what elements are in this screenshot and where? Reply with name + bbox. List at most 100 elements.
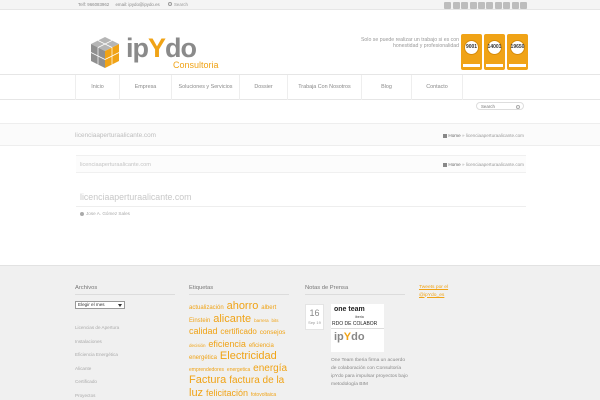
- mini-logo-b: do: [351, 331, 365, 343]
- tag-link[interactable]: emprendedores: [189, 367, 224, 373]
- certificate-number: 14001: [487, 44, 502, 50]
- post-author[interactable]: Jose A. Gómez Sales: [80, 211, 130, 216]
- archive-link[interactable]: Instalaciones: [75, 335, 119, 349]
- divider: [509, 64, 526, 67]
- breadcrumb-separator: »: [461, 162, 465, 167]
- nav-item[interactable]: Soluciones y Servicios: [171, 75, 239, 100]
- tag-link[interactable]: luz: [189, 387, 203, 399]
- archive-link[interactable]: Eficiencia Energética: [75, 348, 119, 362]
- nav-item[interactable]: Inicio: [75, 75, 119, 100]
- divider: [463, 64, 480, 67]
- site-logo[interactable]: ipYdo Consultoria: [88, 33, 223, 72]
- tag-link[interactable]: consejos: [260, 329, 286, 336]
- logo-part-b: do: [165, 33, 197, 63]
- tag-link[interactable]: calidad: [189, 326, 218, 336]
- google-plus-icon[interactable]: [478, 1, 486, 9]
- press-thumbnail[interactable]: one team iberia RDO DE COLABOR ipYdo: [331, 304, 384, 352]
- tag-link[interactable]: Electricidad: [220, 350, 277, 362]
- social-icons: [444, 1, 527, 9]
- tag-link[interactable]: energética: [189, 355, 217, 361]
- flickr-icon[interactable]: [511, 1, 519, 9]
- tag-link[interactable]: factura de la: [229, 375, 284, 386]
- nav-item[interactable]: Trabaja Con Nosotros: [287, 75, 361, 100]
- archive-month-select[interactable]: Elegir el mes: [75, 301, 125, 309]
- phone-text: Telf: 966083962: [78, 2, 110, 7]
- breadcrumb-current: licenciaaperturaalicante.com: [465, 162, 524, 167]
- inner-title: licenciaaperturaalicante.com: [80, 162, 151, 168]
- nav-item[interactable]: Dossier: [239, 75, 287, 100]
- footer: Archivos Elegir el mes Licencias de Aper…: [0, 265, 600, 400]
- site-header: ipYdo Consultoria Solo se puede realizar…: [0, 10, 600, 72]
- pinterest-icon[interactable]: [486, 1, 494, 9]
- linkedin-icon[interactable]: [494, 1, 502, 9]
- top-bar: Telf: 966083962 email: ipydo@ipydo.es Se…: [0, 0, 600, 10]
- top-search[interactable]: Search: [168, 2, 188, 7]
- email-link[interactable]: email: ipydo@ipydo.es: [115, 2, 159, 7]
- tag-link[interactable]: energetica: [227, 367, 250, 373]
- press-image-caption: RDO DE COLABOR: [332, 321, 378, 327]
- tag-link[interactable]: felicitación: [206, 388, 248, 398]
- tweets-link[interactable]: Tweets por el @ipYdo_es: [419, 284, 457, 299]
- search-box: [476, 102, 524, 110]
- tag-link[interactable]: barrera: [254, 318, 269, 323]
- certificate-number: 19650: [510, 44, 525, 50]
- home-icon: [443, 133, 448, 138]
- certificate-badge: 9001: [461, 34, 482, 70]
- certificate-number: 9001: [465, 44, 478, 50]
- tags-heading: Etiquetas: [189, 285, 214, 291]
- tag-link[interactable]: actualización: [189, 305, 224, 311]
- tag-link[interactable]: Factura: [189, 374, 226, 386]
- nav-items: Inicio Empresa Soluciones y Servicios Dossi…: [75, 75, 463, 100]
- nav-item[interactable]: Empresa: [119, 75, 171, 100]
- archive-link[interactable]: Alicante: [75, 362, 119, 376]
- search-icon[interactable]: [516, 104, 520, 109]
- tag-cloud: actualización ahorro albert Einstein ali…: [189, 301, 289, 400]
- nav-item[interactable]: Contacto: [411, 75, 463, 100]
- page-title: licenciaaperturaalicante.com: [75, 132, 156, 139]
- top-search-label: Search: [174, 1, 188, 7]
- divider: [189, 294, 289, 295]
- rss-icon[interactable]: [444, 1, 452, 9]
- archive-link[interactable]: Licencias de Apertura: [75, 321, 119, 335]
- chevron-down-icon: [118, 304, 122, 307]
- tag-link[interactable]: certificado: [220, 327, 256, 336]
- archive-link[interactable]: Certificado: [75, 375, 119, 389]
- divider: [75, 294, 175, 295]
- facebook-icon[interactable]: [461, 1, 469, 9]
- tag-link[interactable]: decisión: [189, 343, 206, 348]
- tag-link[interactable]: albert: [261, 305, 276, 311]
- tagline: Solo se puede realizar un trabajo si es …: [360, 37, 459, 50]
- logo-part-y: Y: [148, 33, 166, 63]
- tag-link[interactable]: fotovoltaica: [251, 392, 276, 398]
- tag-link[interactable]: eficiencia: [208, 339, 246, 349]
- archive-link[interactable]: Proyectos: [75, 389, 119, 400]
- tag-link[interactable]: energía: [253, 363, 287, 374]
- search-icon: [168, 2, 172, 6]
- press-date-badge: 16 Sep 19: [305, 304, 324, 330]
- divider: [76, 206, 526, 207]
- certifications: 9001 14001 19650: [461, 34, 528, 70]
- inner-title-bar: licenciaaperturaalicante.com Home » lice…: [76, 155, 526, 173]
- tag-link[interactable]: Einstein: [189, 318, 210, 324]
- main-nav: Inicio Empresa Soluciones y Servicios Dossi…: [0, 74, 600, 100]
- breadcrumb-home[interactable]: Home: [448, 162, 460, 167]
- archive-select-value: Elegir el mes: [78, 302, 105, 307]
- nav-item[interactable]: Blog: [361, 75, 411, 100]
- youtube-icon[interactable]: [503, 1, 511, 9]
- tag-link[interactable]: ahorro: [227, 300, 259, 312]
- breadcrumb-home[interactable]: Home: [448, 133, 460, 138]
- inner-breadcrumb: Home » licenciaaperturaalicante.com: [443, 162, 524, 167]
- press-excerpt[interactable]: One Team Iberia firma un acuerdo de cola…: [331, 357, 411, 389]
- email-icon[interactable]: [452, 1, 460, 9]
- breadcrumb-current: licenciaaperturaalicante.com: [465, 133, 524, 138]
- tag-link[interactable]: bits: [271, 318, 278, 323]
- tag-link[interactable]: eficiencia: [249, 343, 274, 349]
- archive-list: Licencias de Apertura Instalaciones Eficie…: [75, 321, 119, 400]
- tag-link[interactable]: alicante: [213, 313, 251, 325]
- search-input[interactable]: [481, 103, 515, 109]
- user-icon[interactable]: [520, 1, 527, 9]
- press-heading: Notas de Prensa: [305, 285, 349, 291]
- twitter-icon[interactable]: [469, 1, 477, 9]
- post-title[interactable]: licenciaaperturaalicante.com: [80, 192, 192, 202]
- logo-cube-icon: [90, 37, 120, 68]
